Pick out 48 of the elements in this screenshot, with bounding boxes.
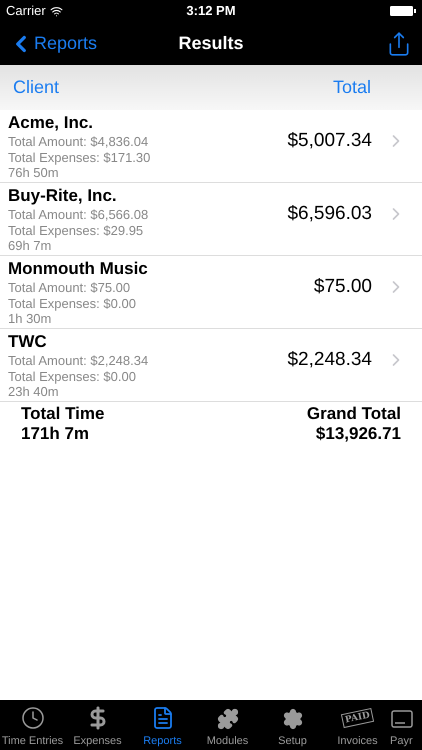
client-name: Buy-Rite, Inc. <box>8 185 118 207</box>
tab-item[interactable]: Reports <box>130 700 195 750</box>
client-name: Acme, Inc. <box>8 112 94 134</box>
carrier-label: Carrier <box>6 2 46 20</box>
tab-item[interactable]: Time Entries <box>0 700 65 750</box>
clock-icon <box>20 706 44 730</box>
card-icon <box>390 708 414 730</box>
tab-item[interactable]: Setup <box>260 700 325 750</box>
expenses-text: Total Expenses: $0.00 <box>8 369 137 385</box>
amount-text: Total Amount: $75.00 <box>8 280 132 296</box>
time-text: 69h 7m <box>8 239 52 253</box>
battery-icon <box>390 6 416 16</box>
paid-stamp-icon: PAID <box>340 707 374 728</box>
grand-total-value: $13,926.71 <box>316 424 401 444</box>
tab-item[interactable]: Payr <box>390 700 422 750</box>
expenses-text: Total Expenses: $29.95 <box>8 223 144 239</box>
amount-text: Total Amount: $6,566.08 <box>8 207 148 223</box>
puzzle-icon <box>216 708 238 730</box>
screen-title: Results <box>178 32 244 55</box>
total-time-value: 171h 7m <box>21 424 90 444</box>
client-row[interactable]: Buy-Rite, Inc. Total Amount: $6,566.08 Total Expenses: $29.95 69h 7m $6,596.03 <box>0 183 422 256</box>
row-total: $2,248.34 <box>287 348 372 372</box>
expenses-text: Total Expenses: $171.30 <box>8 150 150 166</box>
client-row[interactable]: TWC Total Amount: $2,248.34 Total Expenses: $0.00 23h 40m $2,248.34 <box>0 329 422 402</box>
gear-icon <box>282 708 304 730</box>
total-time-label: Total Time <box>21 404 104 424</box>
time-text: 23h 40m <box>8 385 60 399</box>
client-header: Client <box>13 76 60 99</box>
total-header: Total <box>332 76 371 99</box>
expenses-text: Total Expenses: $0.00 <box>8 296 137 312</box>
tab-item[interactable]: Modules <box>195 700 260 750</box>
back-button[interactable]: Reports <box>8 30 98 57</box>
status-time: 3:12 PM <box>186 2 236 20</box>
row-total: $6,596.03 <box>287 202 372 226</box>
grand-total-label: Grand Total <box>306 404 401 424</box>
time-text: 76h 50m <box>8 166 60 180</box>
row-total: $75.00 <box>314 274 372 299</box>
client-row[interactable]: Monmouth Music Total Amount: $75.00 Total Expenses: $0.00 1h 30m $75.00 <box>0 256 422 329</box>
row-total: $5,007.34 <box>287 128 372 153</box>
amount-text: Total Amount: $4,836.04 <box>8 134 150 150</box>
wifi-icon <box>50 4 63 18</box>
tab-item[interactable]: Expenses <box>65 700 130 750</box>
tab-item[interactable]: PAID Invoices <box>325 700 390 750</box>
time-text: 1h 30m <box>8 312 52 326</box>
client-row[interactable]: Acme, Inc. Total Amount: $4,836.04 Total Expenses: $171.30 76h 50m $5,007.34 <box>0 110 422 183</box>
client-name: Monmouth Music <box>8 258 148 280</box>
amount-text: Total Amount: $2,248.34 <box>8 353 148 369</box>
client-name: TWC <box>8 331 48 353</box>
